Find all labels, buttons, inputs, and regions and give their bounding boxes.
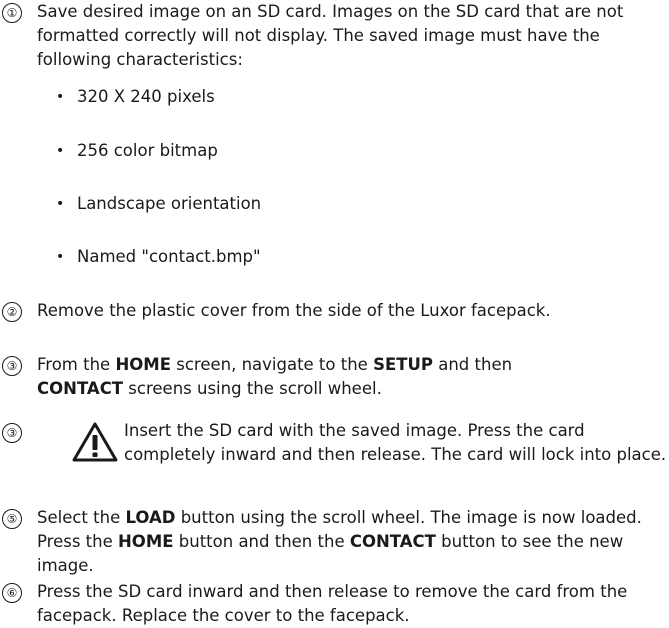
contact-keyword: CONTACT [37,379,124,398]
step-6-marker: ⑥ [2,583,22,603]
step-3-marker: ③ [2,356,22,376]
instruction-document: ① Save desired image on an SD card. Imag… [0,0,669,627]
bullet-item-color: 256 color bitmap [77,141,218,160]
bullet-item-filename: Named "contact.bmp" [77,247,261,266]
contact-keyword: CONTACT [349,532,436,551]
step-1-marker: ① [2,3,22,23]
step-1-text: Save desired image on an SD card. Images… [37,2,624,69]
step-6-text: Press the SD card inward and then releas… [37,582,628,625]
step-5-marker: ⑤ [2,509,22,529]
step-4-marker: ③ [2,423,22,443]
setup-keyword: SETUP [373,355,433,374]
step-5-text: Select the LOAD button using the scroll … [37,508,642,575]
bullet-item-resolution: 320 X 240 pixels [77,87,215,106]
bullet-item-orientation: Landscape orientation [77,194,262,213]
step-2-marker: ② [2,302,22,322]
bullet-dot: • [56,249,65,265]
warning-triangle-icon [72,422,118,462]
load-keyword: LOAD [125,508,176,527]
bullet-dot: • [56,196,65,212]
bullet-dot: • [56,143,65,159]
bullet-dot: • [56,89,65,105]
step-3-text: From the HOME screen, navigate to the SE… [37,355,513,398]
step-4-text: Insert the SD card with the saved image.… [124,421,667,464]
step-2-text: Remove the plastic cover from the side o… [37,301,551,320]
home-keyword: HOME [118,532,174,551]
home-keyword: HOME [115,355,171,374]
